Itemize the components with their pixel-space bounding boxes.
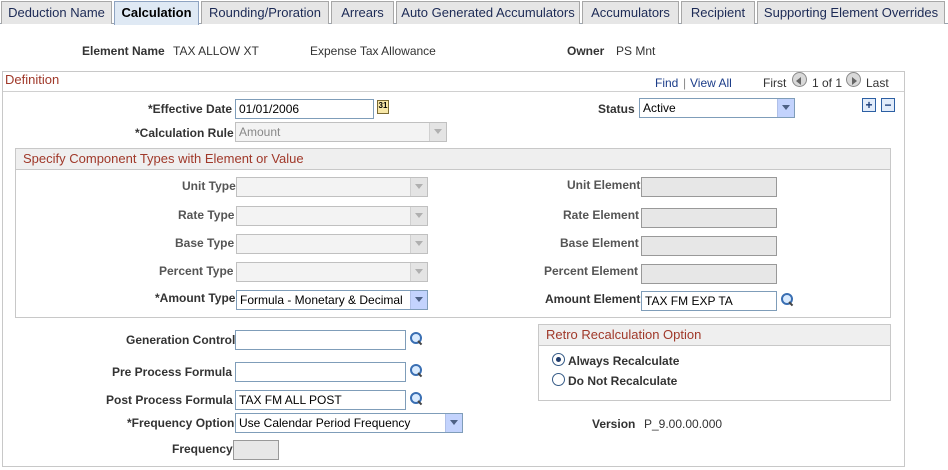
- version-label: Version: [592, 417, 636, 431]
- owner-label: Owner: [567, 44, 605, 58]
- pre-process-formula-input[interactable]: [235, 362, 406, 382]
- amount-element-input[interactable]: TAX FM EXP TA: [641, 291, 777, 311]
- amount-type-value: Formula - Monetary & Decimal: [240, 293, 403, 307]
- unit-type-select[interactable]: [236, 177, 428, 197]
- amount-element-search-icon[interactable]: [779, 292, 795, 308]
- amount-element-label: Amount Element: [545, 292, 641, 306]
- tab-bar: Deduction Name Calculation Rounding/Pror…: [0, 0, 948, 25]
- always-recalculate-radio[interactable]: [552, 353, 565, 366]
- rate-type-select[interactable]: [236, 206, 428, 226]
- percent-element-input[interactable]: [641, 264, 777, 284]
- tab-rounding-proration[interactable]: Rounding/Proration: [201, 1, 329, 24]
- tab-deduction-name[interactable]: Deduction Name: [1, 1, 112, 24]
- calculation-rule-value: Amount: [239, 125, 281, 139]
- do-not-recalculate-radio[interactable]: [552, 373, 565, 386]
- percent-type-select[interactable]: [236, 262, 428, 282]
- frequency-option-select[interactable]: Use Calendar Period Frequency: [235, 413, 463, 433]
- tab-auto-generated-accumulators[interactable]: Auto Generated Accumulators: [396, 1, 580, 24]
- version-value: P_9.00.00.000: [644, 417, 723, 431]
- calendar-icon[interactable]: 31: [377, 100, 389, 114]
- percent-element-label: Percent Element: [544, 264, 639, 278]
- pre-process-formula-label: Pre Process Formula: [112, 365, 233, 379]
- delete-row-icon[interactable]: −: [881, 98, 895, 112]
- status-value: Active: [643, 101, 676, 115]
- generation-control-label: Generation Control: [126, 333, 236, 347]
- chevron-down-icon: [445, 414, 462, 432]
- effective-date-input[interactable]: 01/01/2006: [235, 99, 374, 119]
- element-name-label: Element Name: [82, 44, 165, 58]
- tab-calculation[interactable]: Calculation: [114, 1, 199, 25]
- generation-control-search-icon[interactable]: [408, 331, 424, 347]
- add-row-icon[interactable]: +: [862, 98, 876, 112]
- next-row-icon[interactable]: [846, 72, 861, 87]
- post-process-formula-input[interactable]: TAX FM ALL POST: [235, 390, 406, 410]
- tab-arrears[interactable]: Arrears: [331, 1, 394, 24]
- owner-value: PS Mnt: [616, 44, 656, 58]
- pre-process-formula-search-icon[interactable]: [408, 363, 424, 379]
- post-process-formula-label: Post Process Formula: [106, 393, 233, 407]
- do-not-recalculate-label: Do Not Recalculate: [568, 374, 678, 388]
- previous-row-icon[interactable]: [792, 72, 807, 87]
- retro-recalculation-title: Retro Recalculation Option: [539, 325, 890, 346]
- percent-type-label: Percent Type: [159, 264, 234, 278]
- base-element-label: Base Element: [560, 236, 639, 250]
- chevron-down-icon: [777, 99, 794, 117]
- unit-element-label: Unit Element: [567, 178, 641, 192]
- amount-type-select[interactable]: Formula - Monetary & Decimal: [236, 290, 428, 310]
- always-recalculate-label: Always Recalculate: [568, 354, 680, 368]
- chevron-down-icon: [429, 123, 446, 141]
- amount-type-label: *Amount Type: [155, 291, 236, 305]
- status-label: Status: [598, 102, 635, 116]
- rate-type-label: Rate Type: [178, 208, 235, 222]
- effective-date-label: *Effective Date: [148, 102, 233, 116]
- status-select[interactable]: Active: [639, 98, 795, 118]
- rate-element-input[interactable]: [641, 208, 777, 228]
- element-name-value: TAX ALLOW XT: [173, 44, 259, 58]
- tab-accumulators[interactable]: Accumulators: [582, 1, 679, 24]
- page-counter: 1 of 1: [812, 76, 843, 90]
- chevron-down-icon: [410, 263, 427, 281]
- unit-type-label: Unit Type: [182, 179, 236, 193]
- tab-supporting-element-overrides[interactable]: Supporting Element Overrides: [757, 1, 945, 24]
- calculation-rule-label: *Calculation Rule: [135, 126, 234, 140]
- rate-element-label: Rate Element: [563, 208, 640, 222]
- chevron-down-icon: [410, 235, 427, 253]
- chevron-down-icon: [410, 291, 427, 309]
- base-type-select[interactable]: [236, 234, 428, 254]
- frequency-input[interactable]: [233, 440, 279, 460]
- generation-control-input[interactable]: [235, 330, 406, 350]
- base-type-label: Base Type: [175, 236, 235, 250]
- nav-separator: |: [683, 76, 687, 90]
- definition-title: Definition: [5, 72, 60, 87]
- frequency-label: Frequency: [172, 442, 233, 456]
- view-all-link[interactable]: View All: [690, 76, 732, 90]
- element-description: Expense Tax Allowance: [310, 44, 436, 58]
- tab-recipient[interactable]: Recipient: [681, 1, 755, 24]
- first-label: First: [763, 76, 787, 90]
- last-label: Last: [866, 76, 889, 90]
- chevron-down-icon: [410, 178, 427, 196]
- post-process-formula-search-icon[interactable]: [408, 391, 424, 407]
- base-element-input[interactable]: [641, 236, 777, 256]
- frequency-option-label: *Frequency Option: [127, 416, 235, 430]
- calculation-rule-select[interactable]: Amount: [235, 122, 447, 142]
- component-types-title: Specify Component Types with Element or …: [16, 149, 890, 170]
- unit-element-input[interactable]: [641, 177, 777, 197]
- find-link[interactable]: Find: [655, 76, 678, 90]
- chevron-down-icon: [410, 207, 427, 225]
- frequency-option-value: Use Calendar Period Frequency: [239, 416, 411, 430]
